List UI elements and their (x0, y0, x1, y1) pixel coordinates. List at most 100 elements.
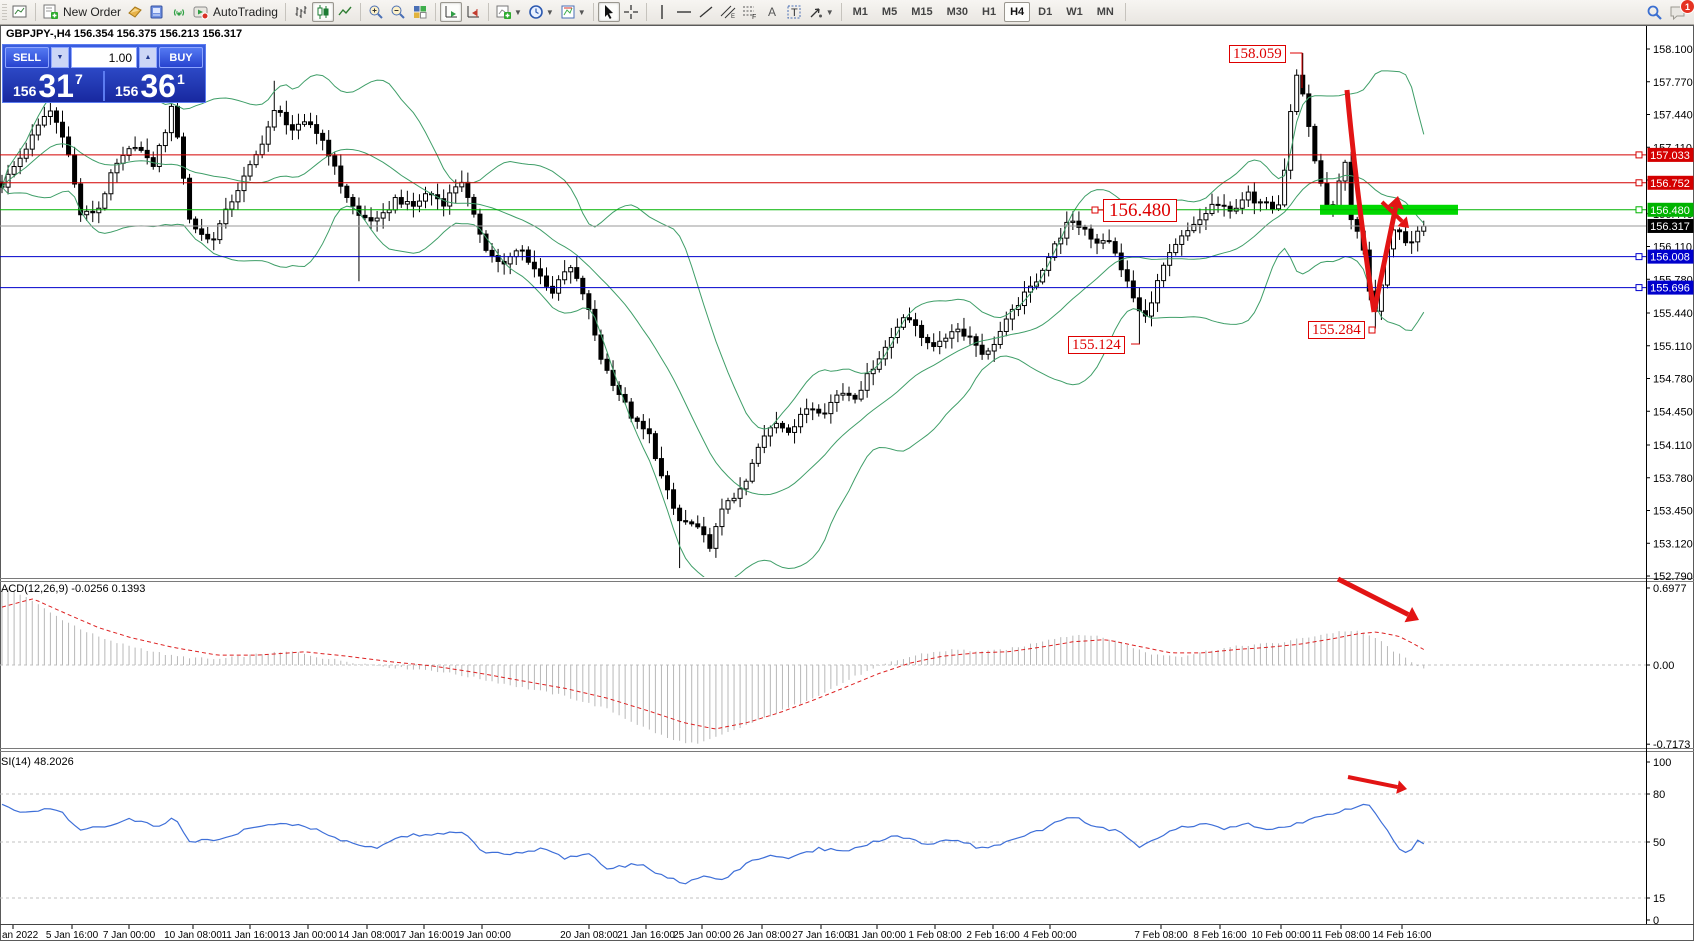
crosshair-button[interactable] (620, 2, 642, 22)
svg-text:0: 0 (1653, 915, 1659, 927)
level-handle[interactable] (1636, 152, 1642, 158)
toolbar: New Order AutoTrading (0, 0, 1694, 25)
trendline-button[interactable] (695, 2, 717, 22)
zoom-in-button[interactable] (365, 2, 387, 22)
svg-text:156.480: 156.480 (1650, 205, 1690, 217)
vertical-line-button[interactable] (651, 2, 673, 22)
buy-price-figure: 156 (115, 84, 138, 98)
indicators-button[interactable]: ▼ (493, 2, 525, 22)
level-handle[interactable] (1636, 207, 1642, 213)
cursor-button[interactable] (598, 2, 620, 22)
autotrading-button[interactable]: AutoTrading (190, 2, 281, 22)
svg-text:0.6977: 0.6977 (1653, 583, 1687, 595)
fibonacci-icon: F (742, 4, 758, 20)
annotation-resistance-price[interactable]: 156.480 (1103, 199, 1177, 222)
tile-windows-button[interactable] (409, 2, 431, 22)
tab-timeframe-m30[interactable]: M30 (941, 2, 974, 22)
level-handle[interactable] (1636, 180, 1642, 186)
channel-button[interactable]: E (717, 2, 739, 22)
svg-text:19 Jan 00:00: 19 Jan 00:00 (453, 930, 511, 941)
svg-text:13 Jan 00:00: 13 Jan 00:00 (279, 930, 337, 941)
annotation-high-price[interactable]: 158.059 (1229, 45, 1286, 63)
buy-button[interactable]: BUY (159, 47, 203, 68)
periods-button[interactable]: ▼ (525, 2, 557, 22)
svg-text:F: F (752, 14, 756, 20)
zoom-out-button[interactable] (387, 2, 409, 22)
svg-text:11 Jan 16:00: 11 Jan 16:00 (221, 930, 279, 941)
annotation-low-price[interactable]: 155.284 (1308, 321, 1365, 339)
search-button[interactable] (1643, 2, 1666, 22)
horizontal-line-button[interactable] (673, 2, 695, 22)
svg-text:-0.7173: -0.7173 (1653, 739, 1690, 751)
svg-text:158.100: 158.100 (1653, 44, 1693, 56)
bar-chart-button[interactable] (290, 2, 312, 22)
search-icon (1646, 4, 1663, 21)
svg-text:157.440: 157.440 (1653, 110, 1693, 122)
annotation-swing-low-price[interactable]: 155.124 (1068, 336, 1125, 354)
chart-shift-button[interactable] (462, 2, 484, 22)
volume-decrease-button[interactable]: ▼ (51, 47, 69, 68)
sell-button[interactable]: SELL (5, 47, 49, 68)
level-handle[interactable] (1636, 285, 1642, 291)
sell-price-point: 7 (75, 71, 83, 87)
bar-chart-icon (293, 4, 309, 20)
svg-text:an 2022: an 2022 (2, 930, 39, 941)
mt4-window: New Order AutoTrading (0, 0, 1694, 941)
signals-button[interactable] (168, 2, 190, 22)
fibonacci-button[interactable]: F (739, 2, 761, 22)
templates-button[interactable]: ▼ (557, 2, 589, 22)
sell-price[interactable]: 156 31 7 (5, 71, 101, 101)
svg-text:21 Jan 16:00: 21 Jan 16:00 (617, 930, 675, 941)
text-label-icon: T (786, 4, 802, 20)
cursor-icon (601, 4, 617, 20)
autotrading-label: AutoTrading (213, 5, 278, 19)
template-icon (560, 4, 576, 20)
new-order-button[interactable]: New Order (40, 2, 124, 22)
macd-indicator-label: ACD(12,26,9) -0.0256 0.1393 (1, 583, 145, 595)
tab-timeframe-h4[interactable]: H4 (1004, 2, 1030, 22)
editor-icon (149, 4, 165, 20)
svg-text:154.110: 154.110 (1653, 440, 1692, 452)
buy-price[interactable]: 156 36 1 (107, 71, 203, 101)
chart-canvas[interactable]: 158.100157.770157.440157.110156.780156.4… (0, 0, 1694, 941)
vertical-line-icon (654, 4, 670, 20)
new-order-icon (43, 4, 59, 20)
market-watch-button[interactable] (124, 2, 146, 22)
tab-timeframe-m1[interactable]: M1 (847, 2, 874, 22)
svg-text:A: A (768, 5, 776, 19)
crosshair-icon (623, 4, 639, 20)
line-chart-button[interactable] (334, 2, 356, 22)
arrows-button[interactable]: ▼ (805, 2, 837, 22)
signal-waves-icon (171, 4, 187, 20)
text-button[interactable]: A (761, 2, 783, 22)
svg-text:154.780: 154.780 (1653, 374, 1693, 386)
text-label-button[interactable]: T (783, 2, 805, 22)
chevron-down-icon[interactable]: ▼ (546, 8, 554, 17)
candlestick-icon (315, 4, 331, 20)
new-chart-button[interactable] (9, 2, 31, 22)
svg-text:5 Jan 16:00: 5 Jan 16:00 (46, 930, 99, 941)
zoom-in-icon (368, 4, 384, 20)
price-divider (103, 71, 105, 101)
level-handle[interactable] (1636, 254, 1642, 260)
chevron-down-icon[interactable]: ▼ (578, 8, 586, 17)
metaeditor-button[interactable] (146, 2, 168, 22)
volume-input[interactable] (71, 47, 137, 68)
tab-timeframe-m15[interactable]: M15 (905, 2, 938, 22)
notifications-button[interactable]: 1 (1666, 2, 1690, 22)
new-order-label: New Order (63, 5, 121, 19)
candlestick-chart-button[interactable] (312, 2, 334, 22)
indicators-icon (496, 4, 512, 20)
svg-text:17 Jan 16:00: 17 Jan 16:00 (395, 930, 453, 941)
tab-timeframe-h1[interactable]: H1 (976, 2, 1002, 22)
chevron-down-icon[interactable]: ▼ (514, 8, 522, 17)
volume-increase-button[interactable]: ▲ (139, 47, 157, 68)
chevron-down-icon[interactable]: ▼ (826, 8, 834, 17)
auto-scroll-button[interactable] (440, 2, 462, 22)
tab-timeframe-w1[interactable]: W1 (1060, 2, 1089, 22)
tab-timeframe-d1[interactable]: D1 (1032, 2, 1058, 22)
auto-scroll-icon (443, 4, 459, 20)
notification-badge: 1 (1680, 0, 1694, 14)
tab-timeframe-m5[interactable]: M5 (876, 2, 903, 22)
tab-timeframe-mn[interactable]: MN (1091, 2, 1120, 22)
